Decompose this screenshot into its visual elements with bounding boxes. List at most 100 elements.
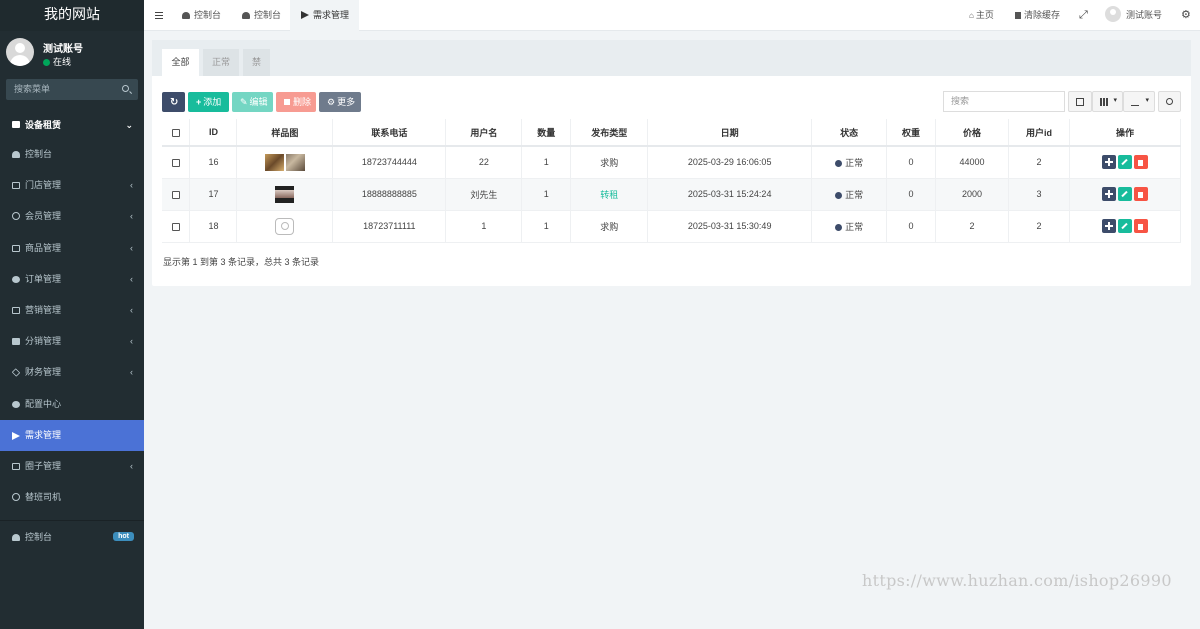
order-icon	[12, 275, 20, 283]
table-row[interactable]: 17 18888888885 刘先生 1 转租 2025-03-31 15:24…	[162, 178, 1182, 211]
column-header[interactable]: ID	[189, 119, 238, 147]
sample-image[interactable]	[275, 185, 295, 203]
row-delete-button[interactable]	[1133, 155, 1148, 170]
export-button[interactable]: ▾	[1123, 91, 1155, 112]
sidebar-item-dashboard-bottom[interactable]: 控制台 hot	[0, 522, 144, 553]
add-button[interactable]: + 添加	[188, 92, 229, 112]
date-cell: 2025-03-31 15:24:24	[647, 178, 813, 211]
select-all-checkbox[interactable]	[171, 128, 180, 137]
sidebar-item-orders[interactable]: 订单管理 ‹	[0, 264, 144, 295]
date-cell: 2025-03-29 16:06:05	[647, 146, 813, 179]
sidebar-item-marketing[interactable]: 营销管理 ‹	[0, 295, 144, 326]
advanced-search-button[interactable]	[1158, 91, 1181, 112]
column-header: 数量	[521, 119, 572, 147]
dashboard-icon	[12, 534, 20, 542]
row-select-cell	[162, 146, 191, 179]
table-row[interactable]: 18 18723711111 1 1 求购 2025-03-31 15:30:4…	[162, 210, 1182, 243]
sidebar-section-equipment[interactable]: 设备租赁 ⌄	[0, 111, 144, 139]
row-edit-button[interactable]	[1117, 219, 1132, 233]
sidebar-item-label: 控制台	[25, 149, 53, 159]
site-logo[interactable]: 我的网站	[0, 0, 144, 31]
rss-icon	[12, 462, 20, 470]
clear-cache-button[interactable]: 清除缓存	[1015, 0, 1060, 31]
home-link[interactable]: ⌂ 主页	[969, 0, 994, 31]
search-icon	[1166, 98, 1173, 105]
user-status-label: 在线	[53, 57, 72, 67]
quantity-cell: 1	[521, 210, 572, 243]
sidebar-item-goods[interactable]: 商品管理 ‹	[0, 233, 144, 264]
sidebar-item-demands[interactable]: 需求管理	[0, 419, 144, 451]
chevron-left-icon: ‹	[130, 336, 133, 347]
delete-button[interactable]: 删除	[276, 92, 316, 112]
column-header[interactable]: 权重	[886, 119, 937, 147]
status-cell: 正常	[811, 146, 888, 179]
table-search-input[interactable]: 搜索	[943, 91, 1065, 112]
user-id-cell: 2	[1008, 146, 1070, 179]
sidebar-item-members[interactable]: 会员管理 ‹	[0, 201, 144, 232]
camera-placeholder-icon[interactable]	[275, 217, 295, 235]
table-icon	[1076, 98, 1084, 106]
sidebar-item-label: 圈子管理	[25, 460, 62, 471]
drag-sort-button[interactable]	[1101, 187, 1116, 201]
sidebar-item-finance[interactable]: 财务管理 ‹	[0, 357, 144, 388]
row-delete-button[interactable]	[1133, 219, 1148, 233]
tab-normal[interactable]: 正常	[203, 49, 239, 76]
image-cell	[236, 178, 334, 211]
status-label: 正常	[845, 157, 864, 168]
add-label: 添加	[203, 97, 222, 107]
account-menu[interactable]: 测试账号	[1105, 0, 1162, 31]
drag-sort-button[interactable]	[1101, 219, 1116, 233]
search-icon[interactable]	[122, 85, 129, 92]
tab-all[interactable]: 全部	[162, 49, 199, 76]
row-checkbox[interactable]	[171, 158, 180, 167]
row-checkbox[interactable]	[171, 190, 180, 199]
tab-dashboard-1[interactable]: 控制台	[172, 0, 224, 31]
row-checkbox[interactable]	[171, 222, 180, 231]
column-header: 样品图	[236, 119, 334, 147]
column-header: 日期	[647, 119, 813, 147]
sample-image[interactable]	[264, 153, 284, 171]
id-cell: 18	[189, 210, 238, 243]
sidebar-item-circles[interactable]: 圈子管理 ‹	[0, 451, 144, 482]
row-edit-button[interactable]	[1117, 155, 1132, 170]
tab-disabled[interactable]: 禁	[243, 49, 270, 76]
refresh-button[interactable]: ↻	[162, 92, 185, 112]
sample-image[interactable]	[285, 153, 305, 171]
sidebar-item-distribution[interactable]: 分销管理 ‹	[0, 326, 144, 357]
columns-button[interactable]: ▾	[1092, 91, 1123, 112]
home-icon: ⌂	[969, 11, 974, 20]
menu-toggle-icon[interactable]	[155, 12, 163, 19]
paper-plane-icon	[12, 431, 20, 440]
menu-search-placeholder: 搜索菜单	[14, 84, 51, 94]
user-panel: 测试账号 在线	[0, 31, 144, 73]
menu-search-input[interactable]: 搜索菜单	[6, 79, 138, 100]
row-edit-button[interactable]	[1117, 187, 1132, 201]
tab-demands[interactable]: 需求管理	[290, 0, 359, 31]
more-button[interactable]: ⚙ 更多	[319, 92, 361, 112]
sidebar-item-label: 替班司机	[25, 492, 62, 503]
chevron-left-icon: ‹	[130, 460, 133, 471]
online-dot-icon	[43, 59, 50, 66]
settings-icon[interactable]: ⚙	[1181, 0, 1191, 31]
table-row[interactable]: 16 18723744444 22 1 求购 2025-03-29 16:06:…	[162, 146, 1182, 179]
chevron-left-icon: ‹	[130, 273, 133, 284]
chevron-left-icon: ‹	[130, 304, 133, 315]
sidebar-item-drivers[interactable]: 替班司机	[0, 482, 144, 513]
fullscreen-icon[interactable]: ⤢	[1079, 0, 1088, 31]
quantity-cell: 1	[521, 178, 572, 211]
dashboard-icon	[12, 151, 20, 158]
dashboard-icon	[182, 12, 190, 19]
sidebar-item-dashboard[interactable]: 控制台	[0, 139, 144, 170]
tab-dashboard-2[interactable]: 控制台	[232, 0, 288, 31]
image-cell	[236, 146, 334, 179]
row-delete-button[interactable]	[1133, 187, 1148, 201]
sidebar-item-config[interactable]: 配置中心	[0, 389, 144, 420]
toggle-view-button[interactable]	[1068, 91, 1092, 112]
price-cell: 2	[935, 210, 1010, 243]
actions-cell	[1069, 146, 1182, 179]
phone-cell: 18888888885	[332, 178, 447, 211]
sidebar-item-stores[interactable]: 门店管理 ‹	[0, 170, 144, 201]
drag-sort-button[interactable]	[1101, 155, 1116, 170]
status-dot-icon	[835, 191, 843, 199]
edit-button[interactable]: ✎ 编辑	[232, 92, 273, 112]
